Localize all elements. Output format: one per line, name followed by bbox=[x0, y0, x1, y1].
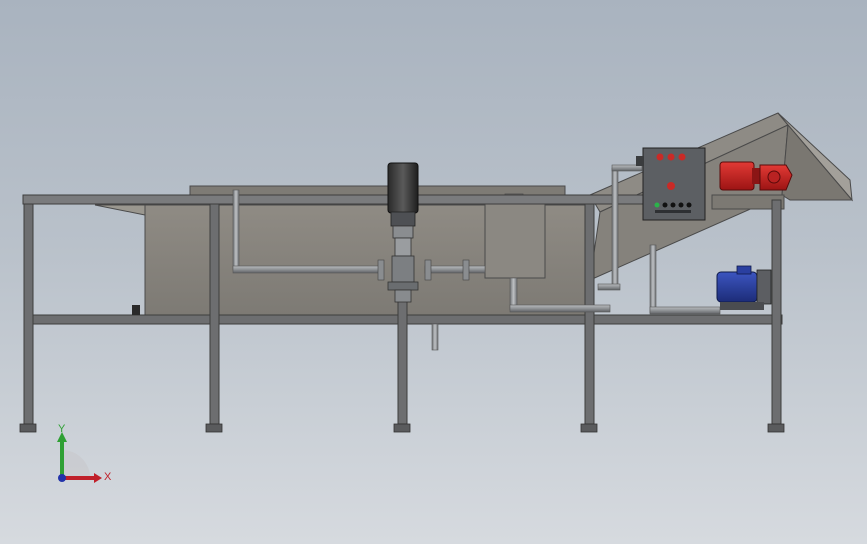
indicator-lamp-1 bbox=[656, 153, 664, 161]
triad-y-label: Y bbox=[58, 423, 66, 435]
axis-triad bbox=[57, 432, 102, 483]
centrifugal-pump-motor bbox=[716, 265, 772, 310]
cad-viewport[interactable]: Y X bbox=[0, 0, 867, 544]
indicator-lamp-3 bbox=[678, 153, 686, 161]
triad-x-label: X bbox=[104, 471, 112, 483]
control-box bbox=[636, 147, 706, 221]
indicator-lamp-2 bbox=[667, 153, 675, 161]
top-frame-rail bbox=[22, 194, 644, 205]
machine-drawing bbox=[19, 112, 854, 483]
start-button bbox=[654, 202, 660, 208]
emergency-stop bbox=[667, 182, 675, 190]
